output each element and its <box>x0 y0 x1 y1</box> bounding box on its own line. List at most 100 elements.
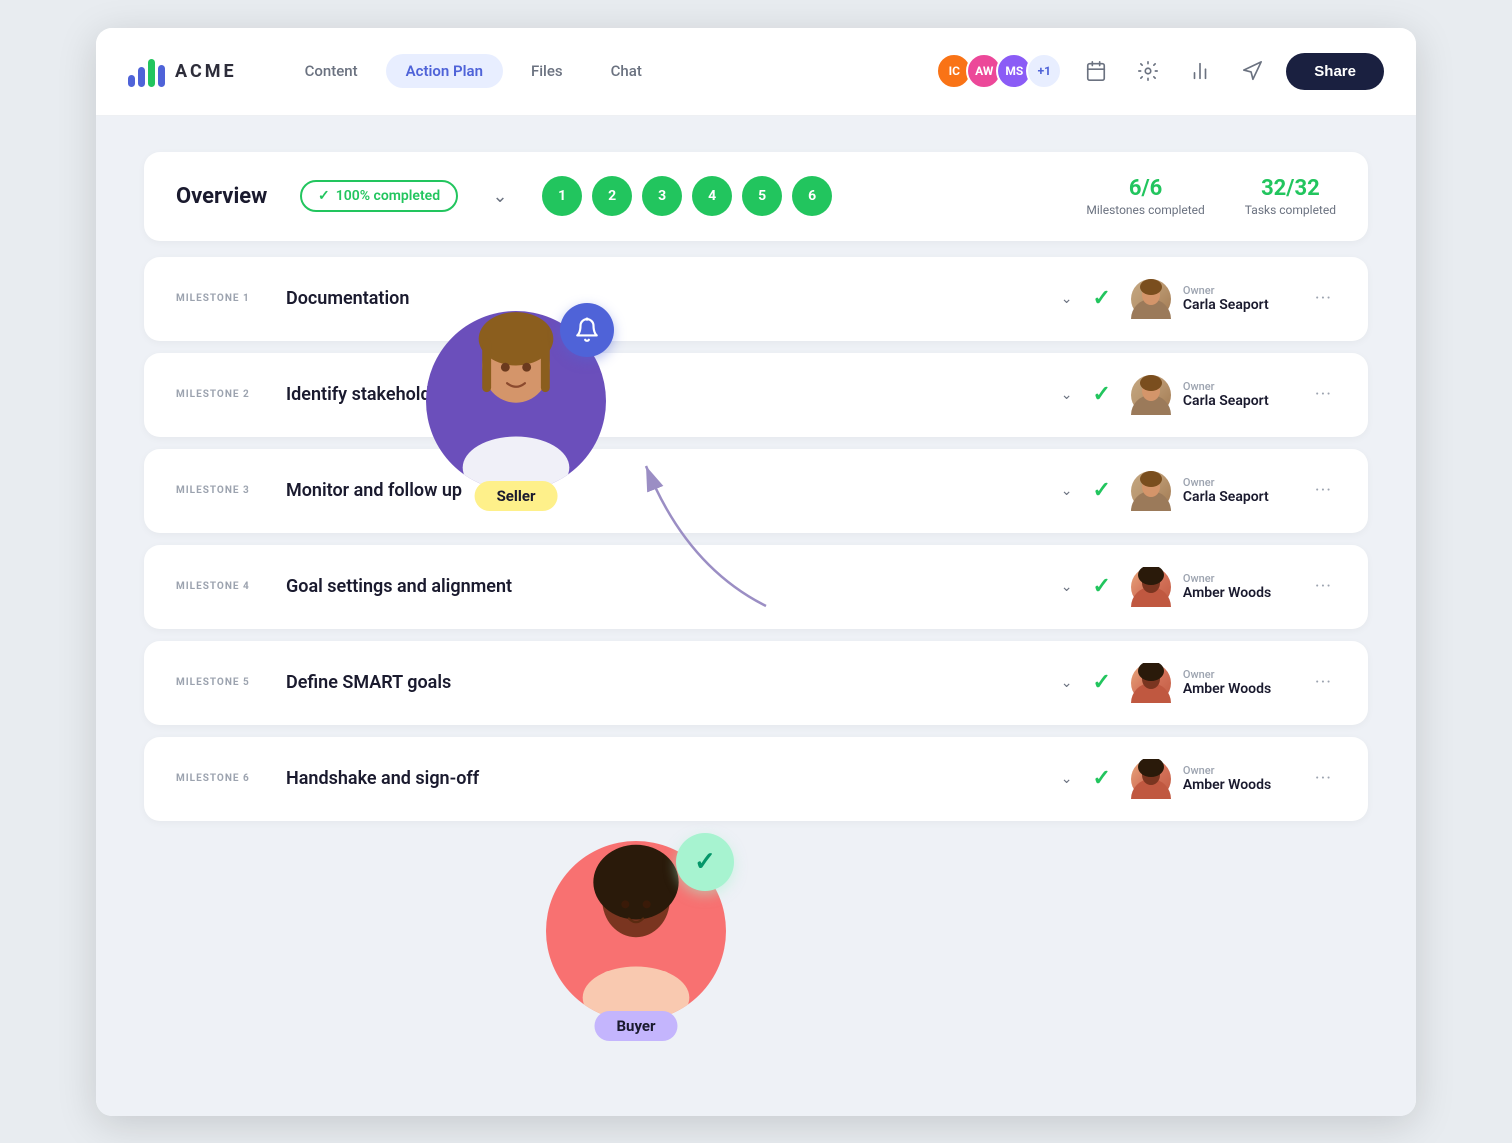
owner-name-2: Carla Seaport <box>1183 393 1269 409</box>
milestone-dot-5[interactable]: 5 <box>742 176 782 216</box>
owner-section-6: Owner Amber Woods <box>1131 759 1291 799</box>
main-nav: Content Action Plan Files Chat <box>285 54 937 88</box>
milestone-tag-2: MILESTONE 2 <box>176 389 266 400</box>
milestone-card-2: MILESTONE 2 Identify stakeholders ⌄ ✓ Ow… <box>144 353 1368 437</box>
overview-chevron[interactable]: ⌄ <box>482 178 518 214</box>
logo-bar-2 <box>138 67 145 87</box>
more-button-6[interactable]: ··· <box>1311 768 1336 789</box>
milestone-check-3: ✓ <box>1092 478 1110 503</box>
owner-info-1: Owner Carla Seaport <box>1183 284 1269 313</box>
milestone-tag-4: MILESTONE 4 <box>176 581 266 592</box>
owner-avatar-amber <box>1131 567 1171 607</box>
logo-icon <box>128 55 165 87</box>
chart-icon[interactable] <box>1182 53 1218 89</box>
buyer-avatar-circle <box>546 841 726 1021</box>
logo: ACME <box>128 55 237 87</box>
owner-info-6: Owner Amber Woods <box>1183 764 1271 793</box>
settings-icon[interactable] <box>1130 53 1166 89</box>
milestone-title-2: Identify stakeholders <box>286 384 1033 405</box>
overview-card: Overview ✓ 100% completed ⌄ 1 2 3 4 5 6 … <box>144 152 1368 241</box>
milestone-check-4: ✓ <box>1092 574 1110 599</box>
milestone-title-1: Documentation <box>286 288 1033 309</box>
check-badge: ✓ <box>676 833 734 891</box>
milestone-dot-2[interactable]: 2 <box>592 176 632 216</box>
milestone-card-3: MILESTONE 3 Monitor and follow up ⌄ ✓ Ow… <box>144 449 1368 533</box>
milestones-label: Milestones completed <box>1086 203 1204 217</box>
owner-name-5: Amber Woods <box>1183 681 1271 697</box>
nav-item-files[interactable]: Files <box>511 54 583 88</box>
avatar-group: IC AW MS +1 <box>936 53 1062 89</box>
milestone-card-6: MILESTONE 6 Handshake and sign-off ⌄ ✓ O… <box>144 737 1368 821</box>
milestone-expand-2[interactable]: ⌄ <box>1061 387 1073 403</box>
owner-name-6: Amber Woods <box>1183 777 1271 793</box>
milestone-dot-3[interactable]: 3 <box>642 176 682 216</box>
owner-avatar-carla <box>1131 279 1171 319</box>
milestone-card-4: MILESTONE 4 Goal settings and alignment … <box>144 545 1368 629</box>
milestone-tag-5: MILESTONE 5 <box>176 677 266 688</box>
milestone-dot-6[interactable]: 6 <box>792 176 832 216</box>
owner-label-3: Owner <box>1183 476 1269 489</box>
milestone-tag-1: MILESTONE 1 <box>176 293 266 304</box>
milestone-list: MILESTONE 1 Documentation ⌄ ✓ Owner Carl… <box>144 257 1368 821</box>
more-button-2[interactable]: ··· <box>1311 384 1336 405</box>
milestone-dot-1[interactable]: 1 <box>542 176 582 216</box>
milestone-title-6: Handshake and sign-off <box>286 768 1033 789</box>
milestone-expand-3[interactable]: ⌄ <box>1061 483 1073 499</box>
milestone-dot-4[interactable]: 4 <box>692 176 732 216</box>
completed-text: 100% completed <box>336 188 440 204</box>
tasks-value: 32/32 <box>1245 176 1336 201</box>
announcement-icon[interactable] <box>1234 53 1270 89</box>
milestone-card-5: MILESTONE 5 Define SMART goals ⌄ ✓ Owner… <box>144 641 1368 725</box>
nav-item-content[interactable]: Content <box>285 54 378 88</box>
nav-item-action-plan[interactable]: Action Plan <box>386 54 503 88</box>
milestone-card-1: MILESTONE 1 Documentation ⌄ ✓ Owner Carl… <box>144 257 1368 341</box>
owner-name-4: Amber Woods <box>1183 585 1271 601</box>
avatar-plus[interactable]: +1 <box>1026 53 1062 89</box>
milestone-check-5: ✓ <box>1092 670 1110 695</box>
milestones-value: 6/6 <box>1086 176 1204 201</box>
milestone-title-5: Define SMART goals <box>286 672 1033 693</box>
check-completed-icon: ✓ <box>318 188 330 204</box>
calendar-icon[interactable] <box>1078 53 1114 89</box>
milestone-expand-6[interactable]: ⌄ <box>1061 771 1073 787</box>
owner-info-4: Owner Amber Woods <box>1183 572 1271 601</box>
owner-avatar-carla <box>1131 471 1171 511</box>
share-button[interactable]: Share <box>1286 53 1384 90</box>
logo-bar-1 <box>128 75 135 87</box>
owner-avatar-amber <box>1131 663 1171 703</box>
milestone-check-6: ✓ <box>1092 766 1110 791</box>
milestones-stat: 6/6 Milestones completed <box>1086 176 1204 217</box>
milestone-tag-3: MILESTONE 3 <box>176 485 266 496</box>
owner-section-4: Owner Amber Woods <box>1131 567 1291 607</box>
app-window: ACME Content Action Plan Files Chat IC A… <box>96 28 1416 1116</box>
buyer-bubble: ✓ Buyer <box>546 841 726 1021</box>
owner-section-2: Owner Carla Seaport <box>1131 375 1291 415</box>
owner-name-1: Carla Seaport <box>1183 297 1269 313</box>
completed-badge: ✓ 100% completed <box>300 180 458 212</box>
buyer-person-svg <box>556 841 716 1021</box>
logo-name: ACME <box>175 61 237 82</box>
owner-info-5: Owner Amber Woods <box>1183 668 1271 697</box>
overview-label: Overview <box>176 184 276 209</box>
more-button-5[interactable]: ··· <box>1311 672 1336 693</box>
nav-item-chat[interactable]: Chat <box>591 54 662 88</box>
milestone-expand-5[interactable]: ⌄ <box>1061 675 1073 691</box>
logo-bar-4 <box>158 65 165 87</box>
owner-label-2: Owner <box>1183 380 1269 393</box>
owner-section-3: Owner Carla Seaport <box>1131 471 1291 511</box>
owner-label-5: Owner <box>1183 668 1271 681</box>
owner-label-1: Owner <box>1183 284 1269 297</box>
more-button-3[interactable]: ··· <box>1311 480 1336 501</box>
milestone-title-3: Monitor and follow up <box>286 480 1033 501</box>
owner-info-3: Owner Carla Seaport <box>1183 476 1269 505</box>
milestone-tag-6: MILESTONE 6 <box>176 773 266 784</box>
tasks-stat: 32/32 Tasks completed <box>1245 176 1336 217</box>
header: ACME Content Action Plan Files Chat IC A… <box>96 28 1416 116</box>
milestone-expand-1[interactable]: ⌄ <box>1061 291 1073 307</box>
main-content: Overview ✓ 100% completed ⌄ 1 2 3 4 5 6 … <box>96 116 1416 1116</box>
milestone-expand-4[interactable]: ⌄ <box>1061 579 1073 595</box>
overview-stats: 6/6 Milestones completed 32/32 Tasks com… <box>1086 176 1336 217</box>
more-button-1[interactable]: ··· <box>1311 288 1336 309</box>
milestone-dots: 1 2 3 4 5 6 <box>542 176 1062 216</box>
more-button-4[interactable]: ··· <box>1311 576 1336 597</box>
